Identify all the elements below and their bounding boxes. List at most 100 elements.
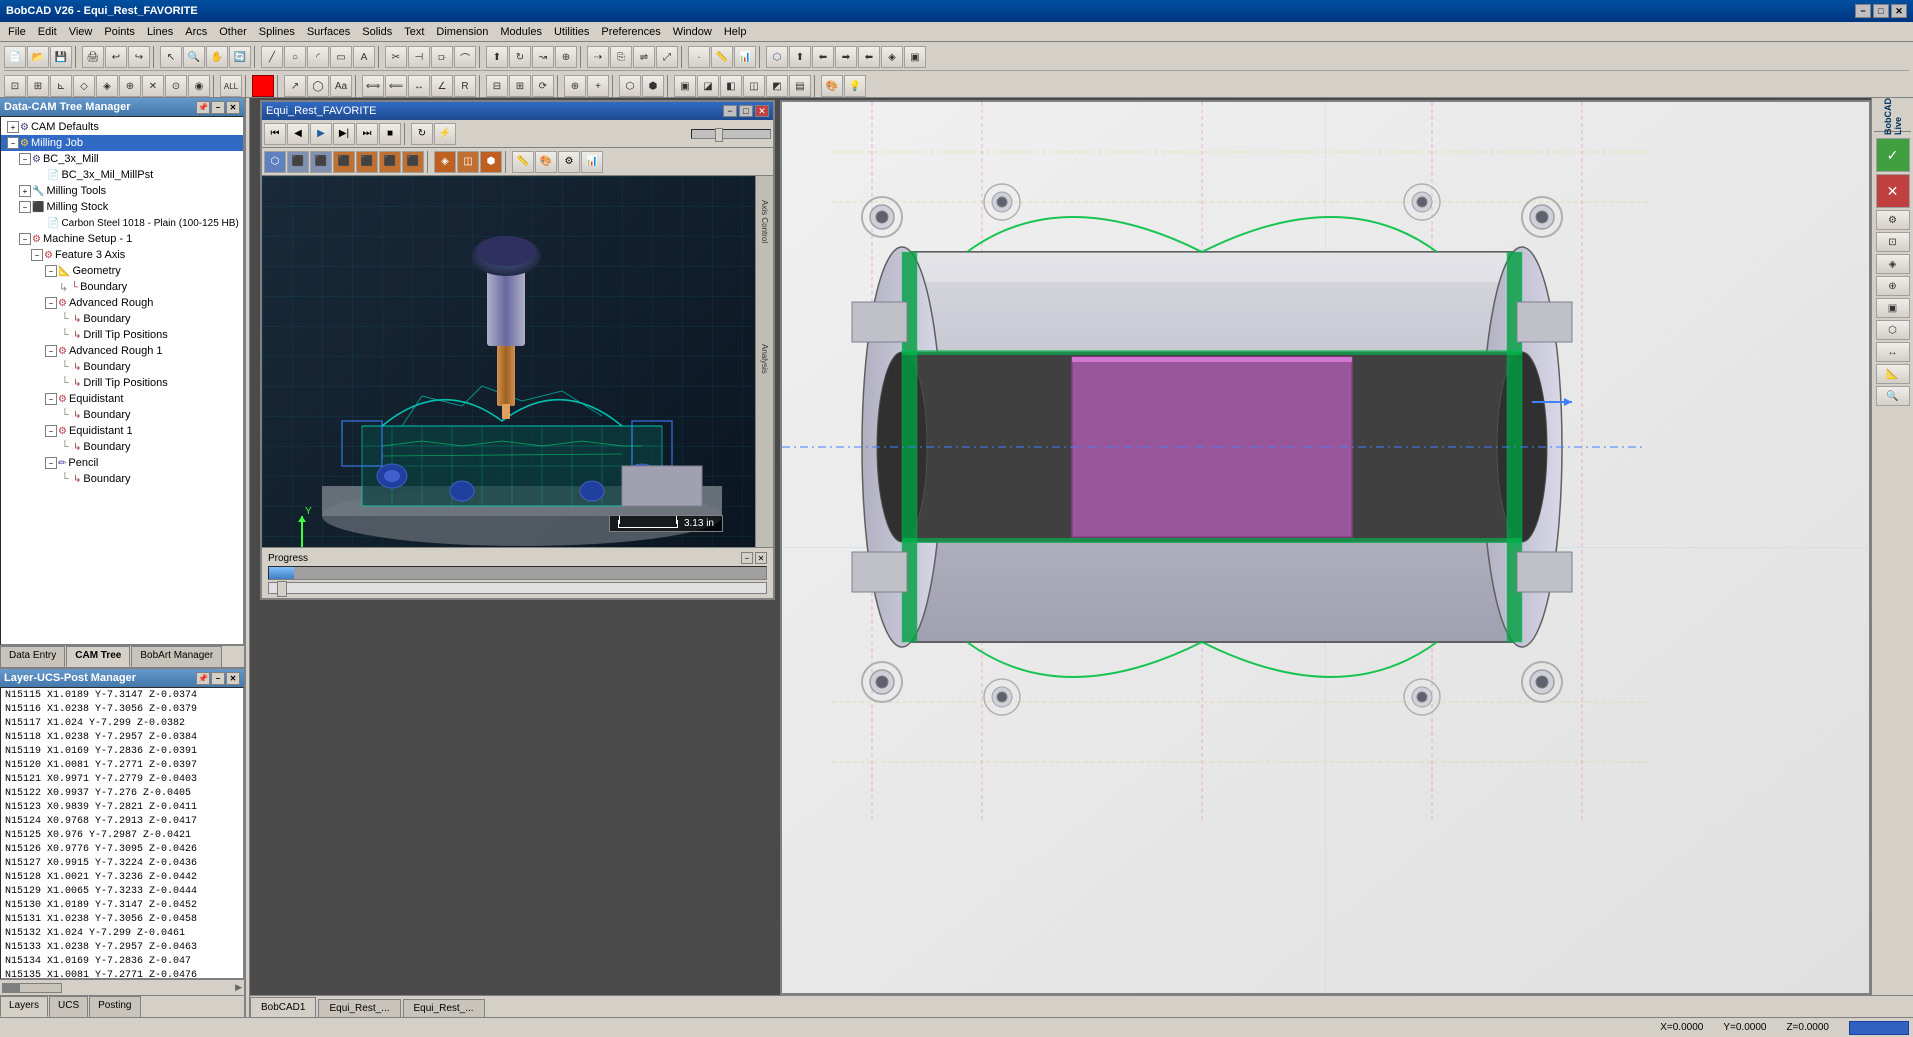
extrude-button[interactable]: ⬆ <box>486 46 508 68</box>
tree-item-equidistant-1[interactable]: − ⚙ Equidistant 1 <box>1 423 243 439</box>
circle-button[interactable]: ○ <box>284 46 306 68</box>
sim-measure-btn[interactable]: 📏 <box>512 151 534 173</box>
tab-ucs[interactable]: UCS <box>49 996 88 1017</box>
sim-loop-btn[interactable]: ↻ <box>411 123 433 145</box>
render-btn[interactable]: 🎨 <box>821 75 843 97</box>
menu-arcs[interactable]: Arcs <box>179 24 213 40</box>
intersect-btn[interactable]: ✕ <box>142 75 164 97</box>
menu-help[interactable]: Help <box>718 24 753 40</box>
sim-close-btn[interactable]: ✕ <box>755 105 769 117</box>
cam-tree-content[interactable]: + ⚙ CAM Defaults − ⚙ Milling Job − ⚙ BC_… <box>0 116 244 645</box>
status-view-btn[interactable] <box>1849 1021 1909 1035</box>
bottom-tab-equi-rest-2[interactable]: Equi_Rest_... <box>403 999 485 1017</box>
tree-item-geometry[interactable]: − 📐 Geometry <box>1 263 243 279</box>
expand-geometry[interactable]: − <box>45 265 57 277</box>
menu-window[interactable]: Window <box>667 24 718 40</box>
right-btn-6[interactable]: ⬡ <box>1876 320 1910 340</box>
save-button[interactable]: 💾 <box>50 46 72 68</box>
expand-advanced-rough-1[interactable]: − <box>45 345 57 357</box>
layer-ucs-pin-btn[interactable]: 📌 <box>196 672 210 685</box>
cam-tree-pin-btn[interactable]: 📌 <box>196 101 210 114</box>
live-x-btn[interactable]: ✕ <box>1876 174 1910 208</box>
shading-btn[interactable]: ◈ <box>881 46 903 68</box>
expand-advanced-rough[interactable]: − <box>45 297 57 309</box>
dim-radius-btn[interactable]: R <box>454 75 476 97</box>
sim-speed-slider[interactable] <box>691 129 771 139</box>
expand-milling-stock[interactable]: − <box>19 201 31 213</box>
view-front-btn[interactable]: ⬅ <box>812 46 834 68</box>
dim-horiz-btn[interactable]: ⟺ <box>362 75 384 97</box>
tree-item-milling-tools[interactable]: + 🔧 Milling Tools <box>1 183 243 199</box>
tree-item-milling-job[interactable]: − ⚙ Milling Job <box>1 135 243 151</box>
menu-splines[interactable]: Splines <box>253 24 301 40</box>
layer-ucs-content[interactable]: N15115 X1.0189 Y-7.3147 Z-0.0374 N15116 … <box>0 687 244 979</box>
minimize-button[interactable]: − <box>1855 4 1871 18</box>
mirror-button[interactable]: ⇌ <box>633 46 655 68</box>
center-btn[interactable]: ⊕ <box>119 75 141 97</box>
scale-btn[interactable]: ⤢ <box>656 46 678 68</box>
sim-shade-btn[interactable]: ◈ <box>434 151 456 173</box>
solid6-btn[interactable]: ▤ <box>789 75 811 97</box>
expand-milling-job[interactable]: − <box>7 137 19 149</box>
2d-view-btn[interactable]: ⬢ <box>642 75 664 97</box>
sim-min-btn[interactable]: − <box>723 105 737 117</box>
new-button[interactable]: 📄 <box>4 46 26 68</box>
measure-btn[interactable]: 📏 <box>711 46 733 68</box>
layer-ucs-close-btn[interactable]: ✕ <box>226 672 240 685</box>
sim-view-front-btn[interactable]: ⬛ <box>287 151 309 173</box>
revolve-button[interactable]: ↻ <box>509 46 531 68</box>
grid-btn[interactable]: ⊞ <box>27 75 49 97</box>
tab-cam-tree[interactable]: CAM Tree <box>66 646 130 667</box>
rect-button[interactable]: ▭ <box>330 46 352 68</box>
midpoint-btn[interactable]: ◈ <box>96 75 118 97</box>
sim-view-top-btn[interactable]: ⬛ <box>310 151 332 173</box>
progress-slider-thumb[interactable] <box>277 581 287 597</box>
sim-color-btn[interactable]: 🎨 <box>535 151 557 173</box>
sim-view-bottom-btn[interactable]: ⬛ <box>402 151 424 173</box>
menu-surfaces[interactable]: Surfaces <box>301 24 356 40</box>
expand-pencil[interactable]: − <box>45 457 57 469</box>
solid4-btn[interactable]: ◫ <box>743 75 765 97</box>
expand-machine-setup[interactable]: − <box>19 233 31 245</box>
extend-button[interactable]: ⊣ <box>408 46 430 68</box>
trim-button[interactable]: ✂ <box>385 46 407 68</box>
tab-data-entry[interactable]: Data Entry <box>0 646 65 667</box>
rotate-button[interactable]: 🔄 <box>229 46 251 68</box>
line-button[interactable]: ╱ <box>261 46 283 68</box>
all-btn[interactable]: ALL <box>220 75 242 97</box>
layer-ucs-min-btn[interactable]: − <box>211 672 225 685</box>
sim-settings-btn[interactable]: ⚙ <box>558 151 580 173</box>
boolean-button[interactable]: ⊕ <box>555 46 577 68</box>
tree-item-drill-tip-1[interactable]: └ ↳ Drill Tip Positions <box>1 327 243 343</box>
sim-fast-fwd-btn[interactable]: ⏭ <box>356 123 378 145</box>
menu-view[interactable]: View <box>63 24 99 40</box>
quad-btn[interactable]: ◉ <box>188 75 210 97</box>
sim-view-back-btn[interactable]: ⬛ <box>379 151 401 173</box>
menu-points[interactable]: Points <box>98 24 141 40</box>
fillet-button[interactable]: ⌒ <box>454 46 476 68</box>
tree-item-feature-3axis[interactable]: − ⚙ Feature 3 Axis <box>1 247 243 263</box>
expand-cam-defaults[interactable]: + <box>7 121 19 133</box>
cad-viewport[interactable] <box>780 100 1871 995</box>
tab-bobart-manager[interactable]: BobArt Manager <box>131 646 222 667</box>
arc-button[interactable]: ◜ <box>307 46 329 68</box>
dim-align-btn[interactable]: ↔ <box>408 75 430 97</box>
right-btn-5[interactable]: ▣ <box>1876 298 1910 318</box>
tree-item-advanced-rough-1[interactable]: − ⚙ Advanced Rough 1 <box>1 343 243 359</box>
light-btn[interactable]: 💡 <box>844 75 866 97</box>
dim-vert-btn[interactable]: ⟸ <box>385 75 407 97</box>
circle2-btn[interactable]: ◯ <box>307 75 329 97</box>
right-btn-4[interactable]: ⊕ <box>1876 276 1910 296</box>
undo-button[interactable]: ↩ <box>105 46 127 68</box>
menu-file[interactable]: File <box>2 24 32 40</box>
tab-posting[interactable]: Posting <box>89 996 140 1017</box>
endpoint-btn[interactable]: ◇ <box>73 75 95 97</box>
text-button[interactable]: A <box>353 46 375 68</box>
snap-btn[interactable]: ⊡ <box>4 75 26 97</box>
analysis-label[interactable]: Analysis <box>760 344 769 424</box>
view-left-btn[interactable]: ⬅ <box>858 46 880 68</box>
close-button[interactable]: ✕ <box>1891 4 1907 18</box>
font-btn[interactable]: Aa <box>330 75 352 97</box>
copy-button[interactable]: ⎘ <box>610 46 632 68</box>
sim-prev-frame-btn[interactable]: ◀ <box>287 123 309 145</box>
